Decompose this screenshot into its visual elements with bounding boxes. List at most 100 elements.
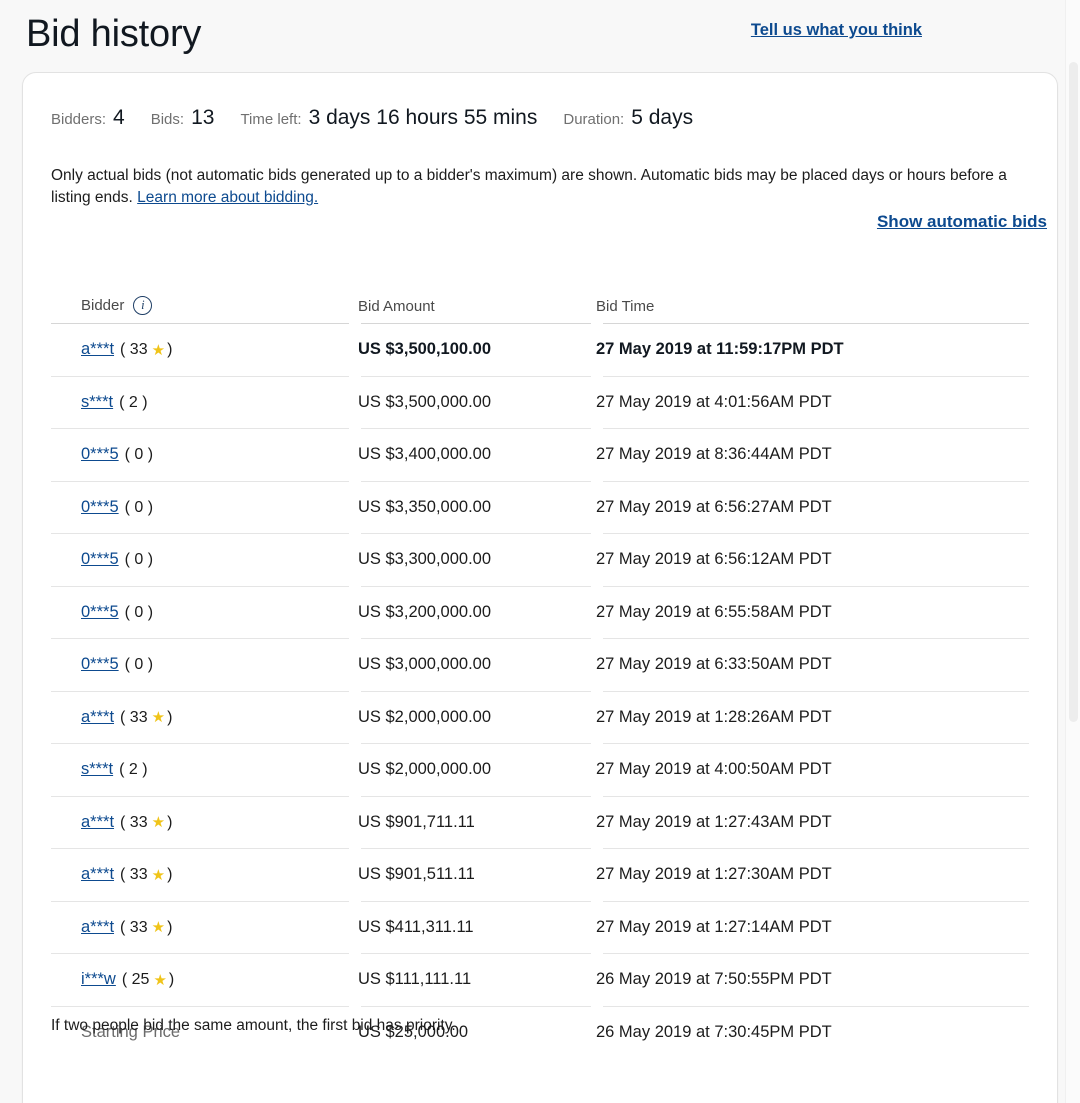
table-row: a***t ( 33 ★ ) US $411,311.11 27 May 2019 a… [51, 900, 1029, 954]
bid-row-amount-cell: US $3,400,000.00 [358, 445, 492, 464]
bidder-username-link[interactable]: a***t [81, 918, 114, 936]
summary-duration: Duration: 5 days [563, 106, 693, 130]
bid-row-amount-cell: US $3,300,000.00 [358, 550, 492, 569]
bid-row-time-cell: 27 May 2019 at 1:27:14AM PDT [596, 917, 832, 936]
bid-row-bidder-cell: 0***5 ( 0 ) [51, 445, 355, 464]
summary-bidders: Bidders: 4 [51, 106, 125, 130]
info-icon[interactable]: i [133, 296, 153, 315]
feedback-star-icon: ★ [151, 919, 166, 937]
page-scrollbar-thumb[interactable] [1069, 62, 1078, 722]
bidder-username-link[interactable]: a***t [81, 865, 114, 883]
bidder-feedback-score: ( 33 ★ ) [120, 866, 173, 884]
table-row: i***w ( 25 ★ ) US $111,111.11 26 May 2019 a… [51, 953, 1029, 1006]
show-automatic-bids-link[interactable]: Show automatic bids [877, 212, 1047, 232]
duration-label: Duration: [563, 111, 625, 128]
bidder-username-link[interactable]: s***t [81, 393, 113, 411]
bidder-feedback-score: ( 33 ★ ) [120, 341, 173, 359]
bidder-feedback-score: ( 33 ★ ) [120, 708, 173, 727]
bid-row-time-cell: 27 May 2019 at 8:36:44AM PDT [596, 445, 832, 464]
automatic-bids-disclaimer: Only actual bids (not automatic bids gen… [51, 165, 1011, 209]
bid-row-time-cell: 27 May 2019 at 1:27:30AM PDT [596, 865, 832, 884]
bid-row-time-cell: 27 May 2019 at 6:33:50AM PDT [596, 655, 832, 674]
bid-row-bidder-cell: a***t ( 33 ★ ) [51, 813, 355, 832]
bid-row-bidder-cell: s***t ( 2 ) [51, 393, 355, 412]
bidder-username-link[interactable]: a***t [81, 813, 114, 831]
bid-row-time-cell: 27 May 2019 at 4:00:50AM PDT [596, 760, 832, 779]
page-scrollbar-track[interactable] [1065, 0, 1080, 1103]
bidder-feedback-score: ( 2 ) [119, 393, 148, 411]
bidder-feedback-score: ( 0 ) [124, 498, 154, 516]
time-left-value: 3 days 16 hours 55 mins [308, 106, 538, 129]
bid-row-bidder-cell: s***t ( 2 ) [51, 760, 355, 779]
bid-row-bidder-cell: i***w ( 25 ★ ) [51, 970, 355, 989]
page-title: Bid history [26, 13, 202, 55]
starting-price-time: 26 May 2019 at 7:30:45PM PDT [596, 1022, 832, 1041]
bid-row-amount-cell: US $901,711.11 [358, 812, 475, 831]
bid-row-amount-cell: US $3,350,000.00 [358, 497, 492, 516]
bid-row-bidder-cell: a***t ( 33 ★ ) [51, 708, 355, 727]
bid-row-bidder-cell: 0***5 ( 0 ) [51, 550, 355, 569]
feedback-star-icon: ★ [153, 971, 167, 989]
time-left-label: Time left: [240, 111, 302, 128]
bidder-username-link[interactable]: 0***5 [81, 445, 119, 463]
table-row: s***t ( 2 ) US $3,500,000.00 27 May 2019 at… [51, 375, 1029, 429]
bidder-username-link[interactable]: 0***5 [81, 550, 119, 568]
bid-row-time-cell: 27 May 2019 at 6:56:27AM PDT [596, 497, 832, 516]
bid-row-amount-cell: US $111,111.11 [358, 970, 472, 989]
bidder-feedback-score: ( 33 ★ ) [120, 918, 173, 937]
auction-summary: Bidders: 4 Bids: 13 Time left: 3 days 16… [51, 106, 719, 130]
bidder-feedback-score: ( 25 ★ ) [121, 971, 175, 989]
bid-row-amount-cell: US $3,500,000.00 [358, 392, 492, 411]
feedback-star-icon: ★ [151, 341, 166, 359]
priority-footnote: If two people bid the same amount, the f… [51, 1017, 456, 1034]
bidder-username-link[interactable]: s***t [81, 760, 113, 778]
bidder-username-link[interactable]: i***w [81, 970, 116, 988]
bid-row-time-cell: 27 May 2019 at 4:01:56AM PDT [596, 392, 832, 411]
bid-row-time-cell: 27 May 2019 at 11:59:17PM PDT [596, 340, 844, 359]
feedback-star-icon: ★ [151, 709, 166, 727]
table-row: 0***5 ( 0 ) US $3,000,000.00 27 May 2019 at… [51, 638, 1029, 691]
bidder-feedback-score: ( 0 ) [124, 603, 154, 621]
feedback-star-icon: ★ [151, 814, 166, 832]
column-header-bid-time: Bid Time [596, 298, 655, 315]
bid-row-amount-cell: US $3,500,100.00 [358, 340, 492, 359]
learn-more-about-bidding-link[interactable]: Learn more about bidding. [137, 189, 318, 206]
bid-row-bidder-cell: a***t ( 33 ★ ) [51, 865, 355, 884]
table-row: 0***5 ( 0 ) US $3,400,000.00 27 May 2019 at… [51, 428, 1029, 481]
bid-row-time-cell: 26 May 2019 at 7:50:55PM PDT [596, 970, 832, 989]
bidder-feedback-score: ( 0 ) [124, 551, 154, 569]
table-body: a***t ( 33 ★ ) US $3,500,100.00 27 May 2019… [51, 323, 1029, 1058]
bid-row-amount-cell: US $2,000,000.00 [358, 707, 492, 726]
bidder-username-link[interactable]: a***t [81, 708, 114, 726]
bid-row-bidder-cell: a***t ( 33 ★ ) [51, 918, 355, 937]
bidder-feedback-score: ( 33 ★ ) [120, 813, 173, 832]
table-header-row: Bidder i Bid Amount Bid Time [51, 269, 1029, 323]
table-row: 0***5 ( 0 ) US $3,300,000.00 27 May 2019 at… [51, 533, 1029, 586]
bids-label: Bids: [150, 111, 185, 128]
table-row: a***t ( 33 ★ ) US $901,711.11 27 May 2019 a… [51, 795, 1029, 849]
bid-history-card: Bidders: 4 Bids: 13 Time left: 3 days 16… [22, 72, 1058, 1103]
feedback-star-icon: ★ [151, 866, 166, 884]
bid-row-bidder-cell: 0***5 ( 0 ) [51, 498, 355, 517]
bidder-username-link[interactable]: a***t [81, 340, 114, 358]
bid-row-amount-cell: US $2,000,000.00 [358, 760, 492, 779]
bidder-username-link[interactable]: 0***5 [81, 603, 119, 621]
bidder-feedback-score: ( 2 ) [119, 761, 148, 779]
bidder-feedback-score: ( 0 ) [124, 656, 154, 674]
table-row: a***t ( 33 ★ ) US $3,500,100.00 27 May 2019… [51, 323, 1029, 376]
bid-row-amount-cell: US $3,200,000.00 [358, 602, 492, 621]
table-row: a***t ( 33 ★ ) US $901,511.11 27 May 2019 a… [51, 848, 1029, 901]
bid-row-time-cell: 27 May 2019 at 1:27:43AM PDT [596, 812, 832, 831]
tell-us-what-you-think-link[interactable]: Tell us what you think [751, 21, 922, 40]
bid-history-page: Bid history Tell us what you think Bidde… [0, 0, 1080, 1103]
bids-value: 13 [191, 106, 215, 129]
bid-row-time-cell: 27 May 2019 at 6:56:12AM PDT [596, 550, 832, 569]
table-row: s***t ( 2 ) US $2,000,000.00 27 May 2019 at… [51, 743, 1029, 796]
bid-row-amount-cell: US $901,511.11 [358, 865, 475, 884]
bid-row-amount-cell: US $3,000,000.00 [358, 655, 492, 674]
bid-history-table: Bidder i Bid Amount Bid Time a***t ( 33 ★… [51, 269, 1029, 1058]
bid-row-time-cell: 27 May 2019 at 6:55:58AM PDT [596, 602, 832, 621]
bidder-header-label: Bidder [81, 297, 125, 314]
bidder-username-link[interactable]: 0***5 [81, 655, 119, 673]
bidder-username-link[interactable]: 0***5 [81, 498, 119, 516]
